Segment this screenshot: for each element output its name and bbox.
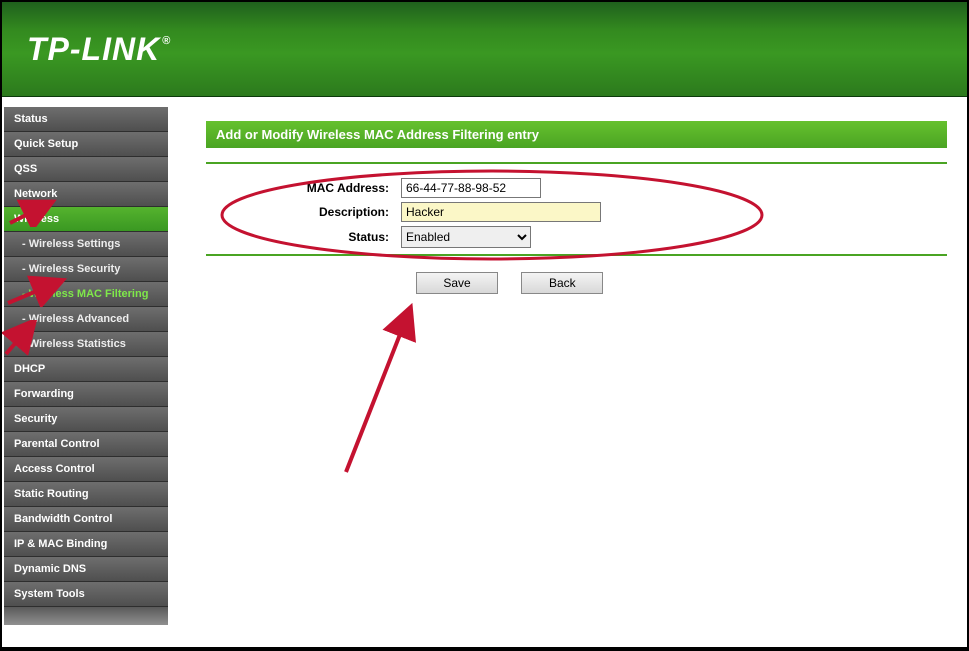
sidebar-item-security[interactable]: Security (4, 407, 168, 432)
sidebar-item-status[interactable]: Status (4, 107, 168, 132)
row-status: Status: Enabled (206, 226, 947, 248)
brand-logo: TP-LINK® (27, 31, 171, 68)
sidebar-item-wireless[interactable]: Wireless (4, 207, 168, 232)
row-description: Description: (206, 202, 947, 222)
sidebar-item-wireless-security[interactable]: - Wireless Security (4, 257, 168, 282)
sidebar-item-wireless-advanced[interactable]: - Wireless Advanced (4, 307, 168, 332)
back-button[interactable]: Back (521, 272, 603, 294)
description-input[interactable] (401, 202, 601, 222)
sidebar-item-network[interactable]: Network (4, 182, 168, 207)
button-row: Save Back (206, 272, 947, 294)
sidebar-item-qss[interactable]: QSS (4, 157, 168, 182)
nav-list: StatusQuick SetupQSSNetworkWireless- Wir… (4, 107, 168, 625)
sidebar-item-wireless-statistics[interactable]: - Wireless Statistics (4, 332, 168, 357)
sidebar-item-quick-setup[interactable]: Quick Setup (4, 132, 168, 157)
page-title: Add or Modify Wireless MAC Address Filte… (206, 121, 947, 148)
separator (206, 254, 947, 256)
content-area: Add or Modify Wireless MAC Address Filte… (166, 97, 967, 647)
sidebar-item-ip-mac-binding[interactable]: IP & MAC Binding (4, 532, 168, 557)
brand-text: TP-LINK (27, 31, 160, 68)
sidebar: StatusQuick SetupQSSNetworkWireless- Wir… (2, 97, 166, 647)
sidebar-item-forwarding[interactable]: Forwarding (4, 382, 168, 407)
sidebar-item-system-tools[interactable]: System Tools (4, 582, 168, 607)
sidebar-item-dynamic-dns[interactable]: Dynamic DNS (4, 557, 168, 582)
annotation-arrow-save (336, 302, 426, 482)
label-mac: MAC Address: (206, 181, 401, 195)
sidebar-tail (4, 607, 168, 625)
mac-address-input[interactable] (401, 178, 541, 198)
sidebar-item-access-control[interactable]: Access Control (4, 457, 168, 482)
header: TP-LINK® (2, 2, 967, 97)
save-button[interactable]: Save (416, 272, 498, 294)
sidebar-item-static-routing[interactable]: Static Routing (4, 482, 168, 507)
sidebar-item-wireless-settings[interactable]: - Wireless Settings (4, 232, 168, 257)
sidebar-item-bandwidth-control[interactable]: Bandwidth Control (4, 507, 168, 532)
status-select[interactable]: Enabled (401, 226, 531, 248)
label-status: Status: (206, 230, 401, 244)
registered-mark: ® (162, 35, 171, 47)
row-mac: MAC Address: (206, 178, 947, 198)
separator (206, 162, 947, 164)
sidebar-item-dhcp[interactable]: DHCP (4, 357, 168, 382)
label-description: Description: (206, 205, 401, 219)
sidebar-item-wireless-mac-filtering[interactable]: - Wireless MAC Filtering (4, 282, 168, 307)
sidebar-item-parental-control[interactable]: Parental Control (4, 432, 168, 457)
